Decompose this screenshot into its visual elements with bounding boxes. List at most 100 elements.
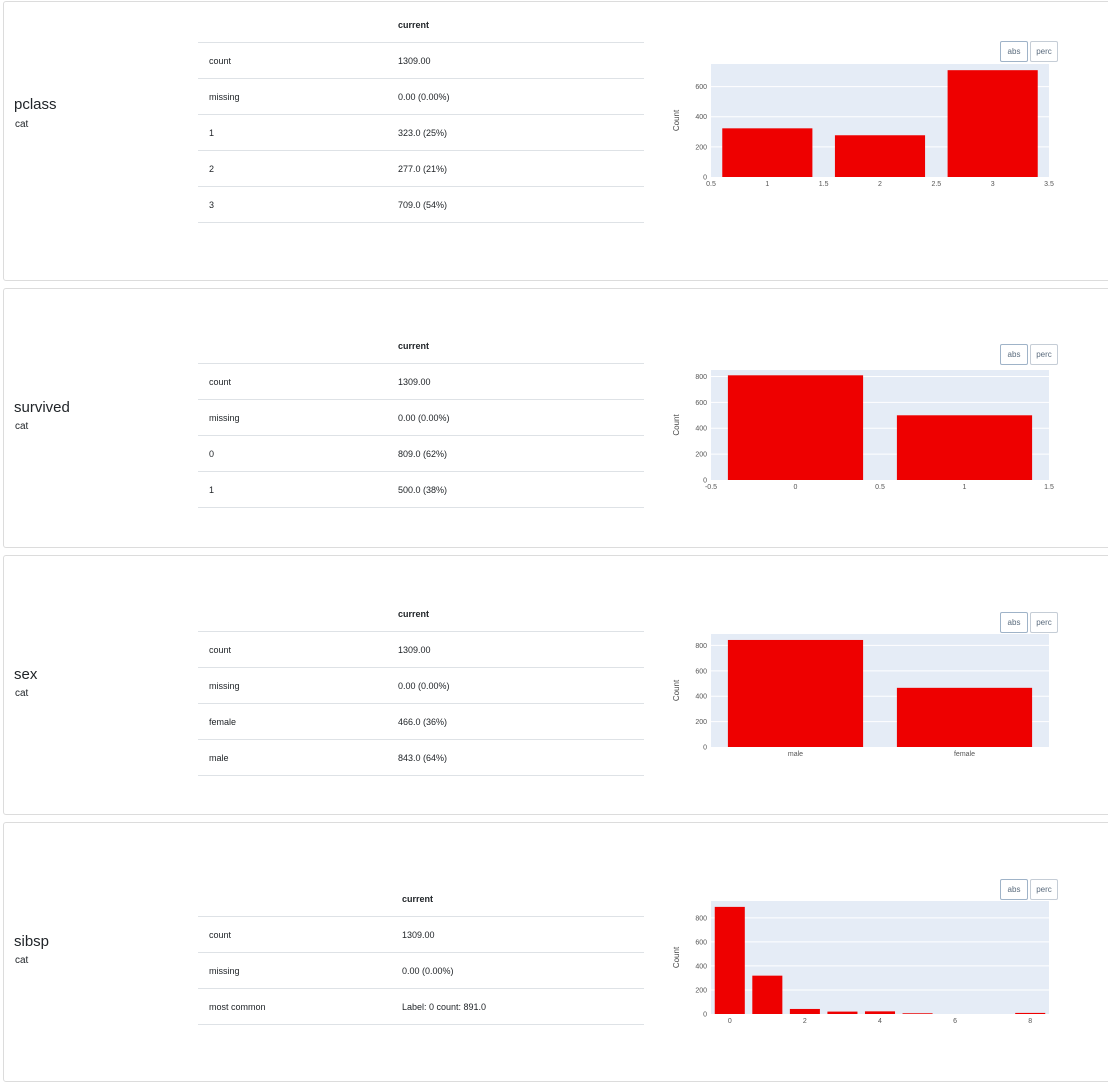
table-row: count 1309.00 xyxy=(198,632,644,668)
feature-name: sex xyxy=(14,666,38,683)
x-tick-label: 2.5 xyxy=(931,181,941,188)
table-row: count 1309.00 xyxy=(198,364,644,400)
feature-type: cat xyxy=(15,421,29,432)
bar-2 xyxy=(789,1008,820,1014)
perc-button[interactable]: perc xyxy=(1030,344,1058,365)
row-value: 277.0 (21%) xyxy=(398,164,448,174)
row-key: missing xyxy=(209,966,240,976)
feature-card-pclass: pclass cat current count 1309.00 missing 0… xyxy=(3,1,1108,281)
table-row: count 1309.00 xyxy=(198,917,644,953)
stats-table: current count 1309.00 missing 0.00 (0.00%)… xyxy=(198,879,644,1025)
x-tick-label: 1 xyxy=(963,484,967,491)
stats-table: current count 1309.00 missing 0.00 (0.00%)… xyxy=(198,326,644,508)
x-tick-label: 0 xyxy=(794,484,798,491)
stats-table: current count 1309.00 missing 0.00 (0.00%)… xyxy=(198,5,644,223)
table-row: 2 277.0 (21%) xyxy=(198,151,644,187)
table-row: 1 323.0 (25%) xyxy=(198,115,644,151)
x-tick-label: 0.5 xyxy=(875,484,885,491)
y-tick-label: 200 xyxy=(695,719,707,726)
row-key: count xyxy=(209,645,232,655)
row-key: most common xyxy=(209,1002,266,1012)
perc-button[interactable]: perc xyxy=(1030,879,1058,900)
feature-card-survived: survived cat current count 1309.00 missin… xyxy=(3,288,1108,548)
table-row: female 466.0 (36%) xyxy=(198,704,644,740)
row-key: 0 xyxy=(209,449,215,459)
row-key: 3 xyxy=(209,200,215,210)
table-row: 1 500.0 (38%) xyxy=(198,472,644,508)
row-key: 1 xyxy=(209,128,215,138)
y-axis-label: Count xyxy=(672,946,681,968)
table-row: missing 0.00 (0.00%) xyxy=(198,668,644,704)
bar-chart: 0200400600Count0.5 1 1.5 2 2.5 3 3.5 xyxy=(672,64,1054,188)
row-key: count xyxy=(209,930,232,940)
table-header: current xyxy=(198,879,644,917)
row-value: Label: 0 count: 891.0 xyxy=(402,1002,487,1012)
perc-button[interactable]: perc xyxy=(1030,612,1058,633)
row-value: 809.0 (62%) xyxy=(398,449,448,459)
x-tick-label: 2 xyxy=(803,1018,807,1025)
y-tick-label: 200 xyxy=(695,144,707,151)
row-value: 843.0 (64%) xyxy=(398,753,448,763)
abs-perc-toggle: abs perc xyxy=(998,612,1058,633)
bar-1 xyxy=(896,415,1033,480)
y-tick-label: 800 xyxy=(695,915,707,922)
row-value: 709.0 (54%) xyxy=(398,200,448,210)
column-header-current: current xyxy=(398,609,430,619)
y-tick-label: 0 xyxy=(703,1012,707,1019)
stats-table: current count 1309.00 missing 0.00 (0.00%)… xyxy=(198,594,644,776)
table-row: missing 0.00 (0.00%) xyxy=(198,953,644,989)
row-key: female xyxy=(209,717,237,727)
abs-button[interactable]: abs xyxy=(1000,344,1028,365)
table-header: current xyxy=(198,594,644,632)
bar-1 xyxy=(752,975,783,1014)
bar-1 xyxy=(722,128,813,177)
x-tick-label: 1 xyxy=(765,181,769,188)
bar-3 xyxy=(827,1011,858,1014)
y-axis-label: Count xyxy=(672,679,681,701)
x-tick-label: 2 xyxy=(878,181,882,188)
y-tick-label: 400 xyxy=(695,963,707,970)
y-tick-label: 600 xyxy=(695,400,707,407)
y-tick-label: 0 xyxy=(703,745,707,752)
feature-name: survived xyxy=(14,399,70,416)
column-header-current: current xyxy=(402,894,434,904)
y-tick-label: 400 xyxy=(695,426,707,433)
row-value: 0.00 (0.00%) xyxy=(398,413,450,423)
bar-5 xyxy=(902,1013,933,1014)
row-key: 1 xyxy=(209,485,215,495)
abs-button[interactable]: abs xyxy=(1000,879,1028,900)
y-tick-label: 800 xyxy=(695,643,707,650)
bar-male xyxy=(727,639,864,747)
table-row: most common Label: 0 count: 891.0 xyxy=(198,989,644,1025)
row-key: count xyxy=(209,377,232,387)
y-tick-label: 400 xyxy=(695,114,707,121)
bar-2 xyxy=(834,135,926,177)
row-value: 0.00 (0.00%) xyxy=(398,681,450,691)
feature-name: pclass xyxy=(14,96,57,113)
bar-0 xyxy=(714,906,745,1014)
table-header: current xyxy=(198,326,644,364)
x-tick-label: 1.5 xyxy=(1044,484,1054,491)
bar-3 xyxy=(947,70,1038,177)
abs-button[interactable]: abs xyxy=(1000,612,1028,633)
table-row: count 1309.00 xyxy=(198,43,644,79)
row-value: 0.00 (0.00%) xyxy=(402,966,454,976)
row-key: 2 xyxy=(209,164,215,174)
x-tick-label: 4 xyxy=(878,1018,882,1025)
row-value: 323.0 (25%) xyxy=(398,128,448,138)
x-tick-label: 3.5 xyxy=(1044,181,1054,188)
feature-card-sex: sex cat current count 1309.00 missing 0.00… xyxy=(3,555,1108,815)
row-value: 0.00 (0.00%) xyxy=(398,92,450,102)
row-value: 1309.00 xyxy=(402,930,435,940)
y-tick-label: 800 xyxy=(695,374,707,381)
row-value: 500.0 (38%) xyxy=(398,485,448,495)
table-row: missing 0.00 (0.00%) xyxy=(198,79,644,115)
row-key: count xyxy=(209,56,232,66)
abs-perc-toggle: abs perc xyxy=(998,344,1058,365)
feature-card-sibsp: sibsp cat current count 1309.00 missing 0.… xyxy=(3,822,1108,1082)
row-key: missing xyxy=(209,413,240,423)
column-header-current: current xyxy=(398,20,430,30)
feature-name: sibsp xyxy=(14,933,50,950)
table-row: missing 0.00 (0.00%) xyxy=(198,400,644,436)
row-value: 1309.00 xyxy=(398,56,431,66)
